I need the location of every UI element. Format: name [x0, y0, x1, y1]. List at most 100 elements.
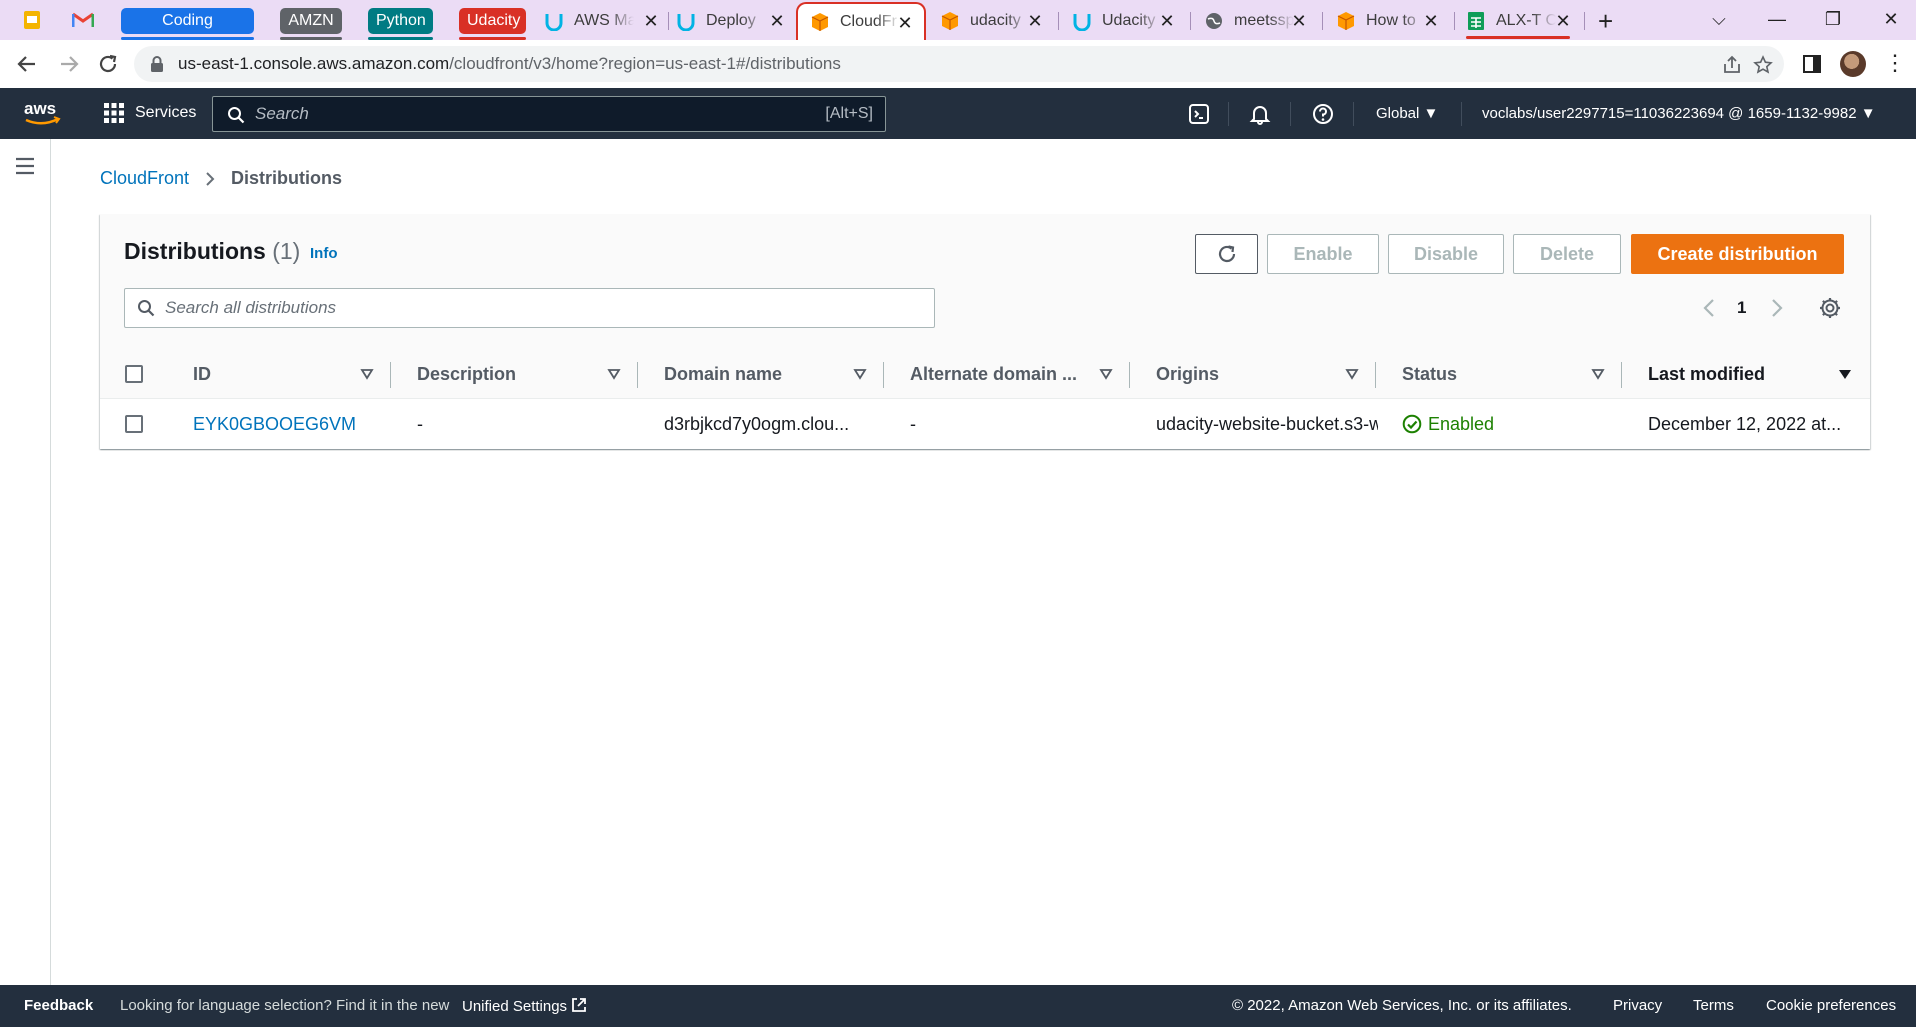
- column-resizer[interactable]: [1621, 362, 1622, 388]
- close-window-icon[interactable]: ✕: [1876, 6, 1906, 32]
- side-panel-icon[interactable]: [1802, 54, 1822, 74]
- sort-caret-icon[interactable]: [1591, 367, 1605, 381]
- close-tab-icon[interactable]: ✕: [1422, 12, 1440, 30]
- notifications-bell-icon[interactable]: [1249, 103, 1271, 125]
- previous-page-chevron-icon[interactable]: [1702, 296, 1716, 320]
- close-tab-icon[interactable]: ✕: [642, 12, 660, 30]
- terms-link[interactable]: Terms: [1693, 997, 1734, 1014]
- bookmark-chip-python[interactable]: Python: [368, 8, 433, 40]
- privacy-link[interactable]: Privacy: [1613, 997, 1662, 1014]
- region-selector[interactable]: Global ▼: [1376, 105, 1438, 122]
- search-icon: [228, 107, 245, 124]
- column-header-origins[interactable]: Origins: [1156, 349, 1219, 399]
- next-page-chevron-icon[interactable]: [1770, 296, 1784, 320]
- close-tab-icon[interactable]: ✕: [1026, 12, 1044, 30]
- help-icon[interactable]: [1312, 103, 1334, 125]
- browser-tab[interactable]: AWS Ma ✕: [540, 2, 670, 40]
- share-icon[interactable]: [1722, 55, 1742, 75]
- forward-arrow-icon[interactable]: [57, 52, 81, 76]
- address-bar[interactable]: us-east-1.console.aws.amazon.com/cloudfr…: [134, 46, 1784, 82]
- refresh-button[interactable]: [1195, 234, 1258, 274]
- sheets-icon: [1468, 12, 1484, 30]
- sort-caret-icon[interactable]: [853, 367, 867, 381]
- tab-search-chevron-icon[interactable]: ⌵: [1704, 6, 1734, 32]
- browser-tab[interactable]: Deploy ✕: [672, 2, 796, 40]
- close-tab-icon[interactable]: ✕: [896, 14, 914, 32]
- aws-logo-icon[interactable]: aws: [22, 98, 64, 128]
- browser-tab-strip: Coding Platforms AMZN Python Udacity AWS…: [0, 0, 1916, 55]
- feedback-link[interactable]: Feedback: [24, 997, 93, 1014]
- page-title: Distributions (1): [124, 238, 301, 264]
- browser-menu-icon[interactable]: ⋮: [1884, 50, 1906, 76]
- column-resizer[interactable]: [390, 362, 391, 388]
- sort-caret-icon[interactable]: [1099, 367, 1113, 381]
- distribution-origins: udacity-website-bucket.s3-w: [1156, 414, 1378, 434]
- distribution-id-link[interactable]: EYK0GBOOEG6VM: [193, 399, 383, 449]
- distribution-count: (1): [272, 238, 301, 264]
- hamburger-menu-icon[interactable]: [15, 157, 35, 175]
- sort-caret-icon[interactable]: [360, 367, 374, 381]
- close-tab-icon[interactable]: ✕: [768, 12, 786, 30]
- sort-desc-caret-icon[interactable]: [1838, 367, 1852, 381]
- browser-tab[interactable]: meetssp ✕: [1194, 2, 1318, 40]
- close-tab-icon[interactable]: ✕: [1158, 12, 1176, 30]
- bookmark-chip-udacity[interactable]: Udacity: [459, 8, 526, 40]
- distributions-table-panel: Distributions (1) Info Enable Disable De…: [100, 214, 1870, 449]
- new-tab-plus-icon[interactable]: +: [1598, 8, 1613, 34]
- column-resizer[interactable]: [637, 362, 638, 388]
- bookmark-chip-coding-platforms[interactable]: Coding Platforms: [121, 8, 254, 55]
- gmail-icon[interactable]: [72, 10, 94, 30]
- account-menu[interactable]: voclabs/user2297715=11036223694 @ 1659-1…: [1482, 105, 1876, 122]
- column-header-status[interactable]: Status: [1402, 349, 1457, 399]
- restore-icon[interactable]: ❐: [1818, 6, 1848, 32]
- sort-caret-icon[interactable]: [1345, 367, 1359, 381]
- distributions-search-box[interactable]: [124, 288, 935, 328]
- close-tab-icon[interactable]: ✕: [1554, 12, 1572, 30]
- column-header-description[interactable]: Description: [417, 349, 516, 399]
- services-menu[interactable]: Services: [135, 104, 196, 122]
- column-header-last-modified[interactable]: Last modified: [1648, 349, 1765, 399]
- create-distribution-button[interactable]: Create distribution: [1631, 234, 1844, 274]
- unified-settings-link[interactable]: Unified Settings: [462, 997, 587, 1015]
- browser-tab[interactable]: udacity ✕: [930, 2, 1054, 40]
- profile-avatar[interactable]: [1840, 51, 1866, 77]
- close-tab-icon[interactable]: ✕: [1290, 12, 1308, 30]
- aws-search-input[interactable]: [255, 101, 775, 127]
- external-link-icon: [572, 998, 586, 1012]
- delete-button[interactable]: Delete: [1513, 234, 1621, 274]
- table-row[interactable]: EYK0GBOOEG6VM - d3rbjkcd7y0ogm.clou... -…: [100, 399, 1870, 449]
- aws-search-box[interactable]: [Alt+S]: [212, 96, 886, 132]
- distributions-search-input[interactable]: [165, 295, 865, 321]
- reload-icon[interactable]: [96, 52, 120, 76]
- services-grid-icon[interactable]: [104, 103, 124, 123]
- bookmark-star-icon[interactable]: [1753, 55, 1773, 75]
- column-resizer[interactable]: [1129, 362, 1130, 388]
- browser-tab[interactable]: ALX-T C ✕: [1458, 2, 1582, 40]
- browser-tab[interactable]: Udacity ✕: [1062, 2, 1186, 40]
- back-arrow-icon[interactable]: [15, 52, 39, 76]
- cookie-preferences-link[interactable]: Cookie preferences: [1766, 997, 1896, 1014]
- browser-tab-active[interactable]: CloudFr ✕: [796, 2, 926, 40]
- column-header-alternate-domain[interactable]: Alternate domain ...: [910, 349, 1080, 399]
- enable-button[interactable]: Enable: [1267, 234, 1379, 274]
- column-resizer[interactable]: [883, 362, 884, 388]
- row-select-checkbox[interactable]: [125, 415, 143, 433]
- sort-caret-icon[interactable]: [607, 367, 621, 381]
- cloudshell-icon[interactable]: [1188, 103, 1210, 125]
- google-slides-icon[interactable]: [22, 10, 42, 30]
- table-settings-gear-icon[interactable]: [1818, 296, 1842, 320]
- minimize-icon[interactable]: —: [1762, 6, 1792, 32]
- column-resizer[interactable]: [1375, 362, 1376, 388]
- bookmark-chip-amzn[interactable]: AMZN: [280, 8, 342, 40]
- select-all-checkbox[interactable]: [125, 365, 143, 383]
- disable-button[interactable]: Disable: [1388, 234, 1504, 274]
- nav-separator: [1228, 102, 1229, 126]
- lock-icon[interactable]: [148, 55, 166, 73]
- column-header-domain-name[interactable]: Domain name: [664, 349, 782, 399]
- column-header-id[interactable]: ID: [193, 349, 211, 399]
- breadcrumb-cloudfront-link[interactable]: CloudFront: [100, 168, 189, 189]
- browser-tab[interactable]: How to ✕: [1326, 2, 1450, 40]
- current-page-number[interactable]: 1: [1737, 298, 1746, 318]
- distribution-domain-name: d3rbjkcd7y0ogm.clou...: [664, 414, 850, 434]
- info-link[interactable]: Info: [310, 245, 338, 262]
